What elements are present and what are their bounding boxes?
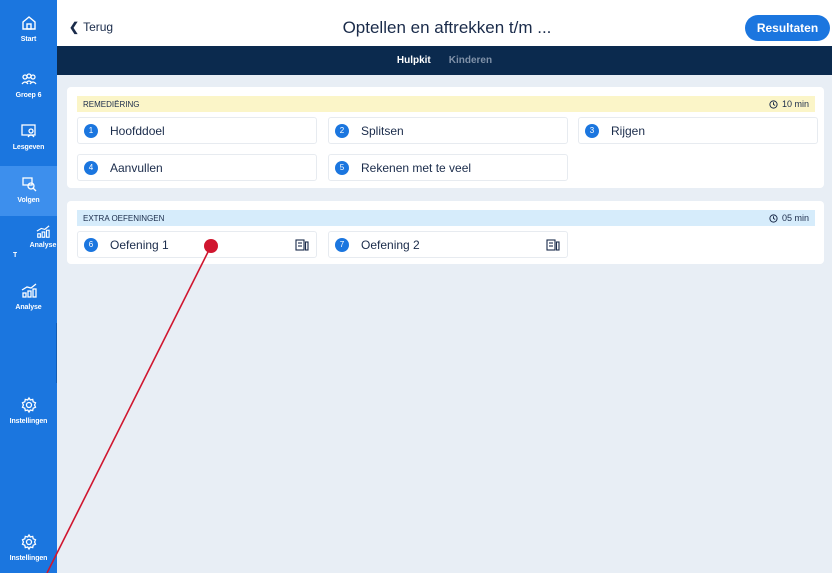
- chevron-left-icon: ❮: [69, 20, 80, 34]
- sidebar-item-label: Analyse: [15, 304, 42, 311]
- sidebar: Start Groep 6 Lesgeven Volgen Analyse In…: [0, 0, 57, 573]
- sidebar-item-label: Start: [20, 36, 37, 43]
- tab-bar: Hulpkit Kinderen: [57, 46, 832, 75]
- section-time: 10 min: [781, 99, 809, 109]
- list-item[interactable]: 2 Splitsen: [328, 117, 568, 144]
- list-item[interactable]: 5 Rekenen met te veel: [328, 154, 568, 181]
- section-title: EXTRA OEFENINGEN: [83, 213, 165, 223]
- section-extra-oefeningen: EXTRA OEFENINGEN 05 min 6 Oefening 1 7 O…: [67, 201, 824, 264]
- sidebar-item-label: Lesgeven: [12, 144, 45, 151]
- back-link[interactable]: ❮ Terug: [69, 20, 113, 34]
- teach-icon: [20, 124, 36, 138]
- list-item[interactable]: 7 Oefening 2: [328, 231, 568, 258]
- sidebar-item-start[interactable]: Start: [0, 14, 57, 43]
- section-header: EXTRA OEFENINGEN 05 min: [77, 210, 815, 226]
- worksheet-icon[interactable]: [295, 239, 309, 251]
- page-title: Optellen en aftrekken t/m ...: [342, 18, 552, 37]
- section-title: REMEDIËRING: [83, 99, 140, 109]
- section-remediering: REMEDIËRING 10 min 1 Hoofddoel 2 Splitse…: [67, 87, 824, 188]
- sidebar-item-volgen[interactable]: Volgen: [0, 166, 57, 216]
- flyout-label: Analyse: [29, 242, 57, 249]
- item-label: Oefening 1: [110, 237, 169, 252]
- item-label: Hoofddoel: [110, 123, 165, 138]
- item-number: 2: [335, 123, 349, 138]
- list-item[interactable]: 6 Oefening 1: [77, 231, 317, 258]
- list-item[interactable]: 3 Rijgen: [578, 117, 818, 144]
- item-label: Aanvullen: [110, 160, 163, 175]
- item-label: Rekenen met te veel: [361, 160, 472, 175]
- section-header: REMEDIËRING 10 min: [77, 96, 815, 112]
- analysis-icon: [36, 225, 50, 238]
- item-number: 5: [335, 160, 349, 175]
- sidebar-item-instellingen[interactable]: Instellingen: [0, 396, 57, 425]
- section-duration: 05 min: [769, 213, 809, 223]
- sidebar-item-label: Volgen: [17, 197, 40, 204]
- main-content: REMEDIËRING 10 min 1 Hoofddoel 2 Splitse…: [57, 75, 832, 573]
- app-root: Start Groep 6 Lesgeven Volgen Analyse In…: [0, 0, 832, 573]
- list-item[interactable]: 4 Aanvullen: [77, 154, 317, 181]
- back-label: Terug: [83, 20, 114, 34]
- sidebar-item-label: Instellingen: [9, 555, 48, 562]
- list-item[interactable]: 1 Hoofddoel: [77, 117, 317, 144]
- tab-hulpkit[interactable]: Hulpkit: [397, 55, 431, 66]
- header: ❮ Terug Optellen en aftrekken t/m ... Re…: [57, 9, 832, 46]
- analysis-icon: [21, 283, 37, 298]
- item-label: Splitsen: [361, 123, 404, 138]
- sidebar-item-label: Groep 6: [15, 92, 42, 99]
- item-number: 1: [84, 123, 98, 138]
- item-label: Rijgen: [611, 123, 646, 138]
- sidebar-item-lesgeven[interactable]: Lesgeven: [0, 122, 57, 151]
- results-button[interactable]: Resultaten: [745, 15, 830, 41]
- item-number: 7: [335, 237, 349, 252]
- item-number: 4: [84, 160, 98, 175]
- section-time: 05 min: [781, 213, 809, 223]
- clock-icon: [769, 213, 778, 223]
- item-label: Oefening 2: [361, 237, 420, 252]
- item-number: 6: [84, 237, 98, 252]
- gear-icon: [21, 533, 36, 551]
- section-duration: 10 min: [769, 99, 809, 109]
- tab-kinderen[interactable]: Kinderen: [449, 55, 492, 66]
- sidebar-item-analyse[interactable]: Analyse: [0, 282, 57, 311]
- gear-icon: [21, 396, 36, 414]
- worksheet-icon[interactable]: [546, 239, 560, 251]
- track-icon: [21, 177, 36, 192]
- clock-icon: [769, 99, 778, 109]
- sidebar-item-groep[interactable]: Groep 6: [0, 70, 57, 99]
- sidebar-item-instellingen-bottom[interactable]: Instellingen: [0, 533, 57, 562]
- item-number: 3: [585, 123, 599, 138]
- sidebar-item-label: Instellingen: [9, 418, 48, 425]
- group-icon: [20, 73, 37, 85]
- home-icon: [21, 16, 36, 30]
